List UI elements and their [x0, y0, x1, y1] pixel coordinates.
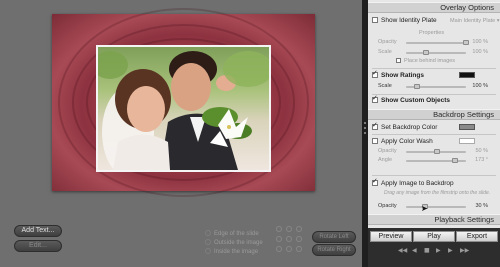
- identity-scale-slider[interactable]: [406, 52, 466, 54]
- show-identity-plate-row[interactable]: Show Identity Plate: [372, 17, 437, 25]
- playback-settings-header[interactable]: Playback Settings: [368, 214, 500, 225]
- layout-option-label: Outside the image: [214, 240, 263, 246]
- apply-image-to-backdrop-label: Apply Image to Backdrop: [381, 180, 454, 187]
- ratings-scale-thumb[interactable]: [414, 84, 420, 89]
- wash-opacity-thumb[interactable]: [434, 149, 440, 154]
- show-ratings-row[interactable]: Show Ratings: [372, 69, 424, 80]
- preview-button[interactable]: Preview: [370, 231, 412, 242]
- set-backdrop-color-checkbox[interactable]: [372, 121, 378, 130]
- anchor-point[interactable]: [296, 226, 302, 232]
- apply-color-wash-checkbox[interactable]: [372, 138, 378, 144]
- grip-dot: [364, 122, 366, 124]
- couple-photo-image: [98, 51, 269, 170]
- wash-opacity-label: Opacity: [378, 148, 397, 154]
- separator: [372, 68, 496, 69]
- identity-scale-value: 100 %: [472, 49, 488, 55]
- place-behind-images-checkbox[interactable]: [396, 58, 401, 63]
- dropdown-arrow-icon: ▾: [495, 18, 500, 24]
- play-button[interactable]: Play: [413, 231, 455, 242]
- ratings-scale-label: Scale: [378, 83, 392, 89]
- apply-image-to-backdrop-checkbox[interactable]: [372, 177, 378, 186]
- add-text-button[interactable]: Add Text...: [14, 225, 62, 237]
- rotate-left-button[interactable]: Rotate Left: [312, 231, 356, 243]
- separator: [372, 94, 496, 95]
- drag-hint-text: Drag any image from the filmstrip onto t…: [384, 190, 491, 196]
- layout-option-label: Inside the image: [214, 249, 259, 255]
- color-wash-swatch[interactable]: [459, 138, 475, 144]
- anchor-point[interactable]: [286, 236, 292, 242]
- identity-scale-thumb[interactable]: [423, 50, 429, 55]
- identity-plate-dropdown-value: Main Identity Plate: [450, 18, 496, 24]
- properties-label: Properties: [419, 30, 445, 36]
- show-ratings-checkbox[interactable]: [372, 69, 378, 78]
- identity-plate-dropdown[interactable]: Main Identity Plate ▾: [450, 18, 500, 25]
- anchor-point[interactable]: [296, 236, 302, 242]
- previous-icon[interactable]: ◀: [412, 248, 417, 254]
- wash-angle-label: Angle: [378, 157, 393, 163]
- show-custom-objects-label: Show Custom Objects: [381, 97, 450, 104]
- radio-icon: [205, 239, 211, 245]
- wash-angle-thumb[interactable]: [452, 158, 458, 163]
- radio-icon: [205, 248, 211, 254]
- export-button[interactable]: Export: [456, 231, 498, 242]
- place-behind-images-row[interactable]: Place behind images: [396, 58, 455, 65]
- anchor-point[interactable]: [276, 226, 282, 232]
- grip-dot: [364, 127, 366, 129]
- mouse-cursor-icon: ➤: [421, 204, 428, 213]
- show-custom-objects-checkbox[interactable]: [372, 94, 378, 103]
- slide-canvas[interactable]: [52, 8, 315, 197]
- layout-option-label: Edge of the slide: [214, 231, 259, 237]
- anchor-point[interactable]: [286, 246, 292, 252]
- ratings-scale-value: 100 %: [472, 83, 488, 89]
- wash-angle-value: 173 °: [475, 157, 488, 163]
- overlay-options-header[interactable]: Overlay Options: [368, 2, 500, 13]
- image-opacity-slider[interactable]: [406, 206, 466, 208]
- show-identity-plate-checkbox[interactable]: [372, 17, 378, 23]
- play-icon[interactable]: ▶: [436, 248, 441, 254]
- set-backdrop-color-row[interactable]: Set Backdrop Color: [372, 121, 438, 132]
- output-bar: Preview Play Export ◀◀ ◀ ■ ▶ ▶ ▶▶: [368, 228, 500, 267]
- apply-color-wash-label: Apply Color Wash: [381, 138, 433, 145]
- slide-photo[interactable]: [96, 45, 271, 172]
- first-icon[interactable]: ◀◀: [398, 248, 407, 254]
- layout-option-inside[interactable]: Inside the image: [205, 248, 258, 256]
- next-icon[interactable]: ▶: [448, 248, 453, 254]
- separator: [372, 175, 496, 176]
- show-ratings-label: Show Ratings: [381, 72, 424, 79]
- options-panel: Overlay Options Show Identity Plate Main…: [368, 0, 500, 267]
- edit-button[interactable]: Edit...: [14, 240, 62, 252]
- show-custom-objects-row[interactable]: Show Custom Objects: [372, 94, 450, 105]
- apply-color-wash-row[interactable]: Apply Color Wash: [372, 138, 433, 146]
- ratings-color-swatch[interactable]: [459, 72, 475, 78]
- identity-scale-label: Scale: [378, 49, 392, 55]
- anchor-point[interactable]: [286, 226, 292, 232]
- image-opacity-label: Opacity: [378, 203, 397, 209]
- anchor-point[interactable]: [276, 236, 282, 242]
- anchor-point[interactable]: [276, 246, 282, 252]
- image-opacity-value: 30 %: [475, 203, 488, 209]
- place-behind-images-label: Place behind images: [404, 58, 456, 64]
- show-identity-plate-label: Show Identity Plate: [381, 17, 437, 24]
- radio-icon: [205, 230, 211, 236]
- set-backdrop-color-label: Set Backdrop Color: [381, 124, 438, 131]
- layout-option-outside[interactable]: Outside the image: [205, 239, 263, 247]
- anchor-point[interactable]: [296, 246, 302, 252]
- wash-opacity-value: 50 %: [475, 148, 488, 154]
- identity-opacity-label: Opacity: [378, 39, 397, 45]
- identity-opacity-value: 100 %: [472, 39, 488, 45]
- slide-editor: Add Text... Edit... Edge of the slide Ou…: [0, 0, 362, 267]
- identity-opacity-slider[interactable]: [406, 42, 466, 44]
- layout-option-edge[interactable]: Edge of the slide: [205, 230, 259, 238]
- apply-image-to-backdrop-row[interactable]: Apply Image to Backdrop: [372, 177, 454, 188]
- grip-dot: [364, 132, 366, 134]
- last-icon[interactable]: ▶▶: [460, 248, 469, 254]
- backdrop-color-swatch[interactable]: [459, 124, 475, 130]
- stop-icon[interactable]: ■: [424, 248, 430, 254]
- backdrop-settings-header[interactable]: Backdrop Settings: [368, 109, 500, 120]
- rotate-right-button[interactable]: Rotate Right: [312, 244, 356, 256]
- separator: [372, 134, 496, 135]
